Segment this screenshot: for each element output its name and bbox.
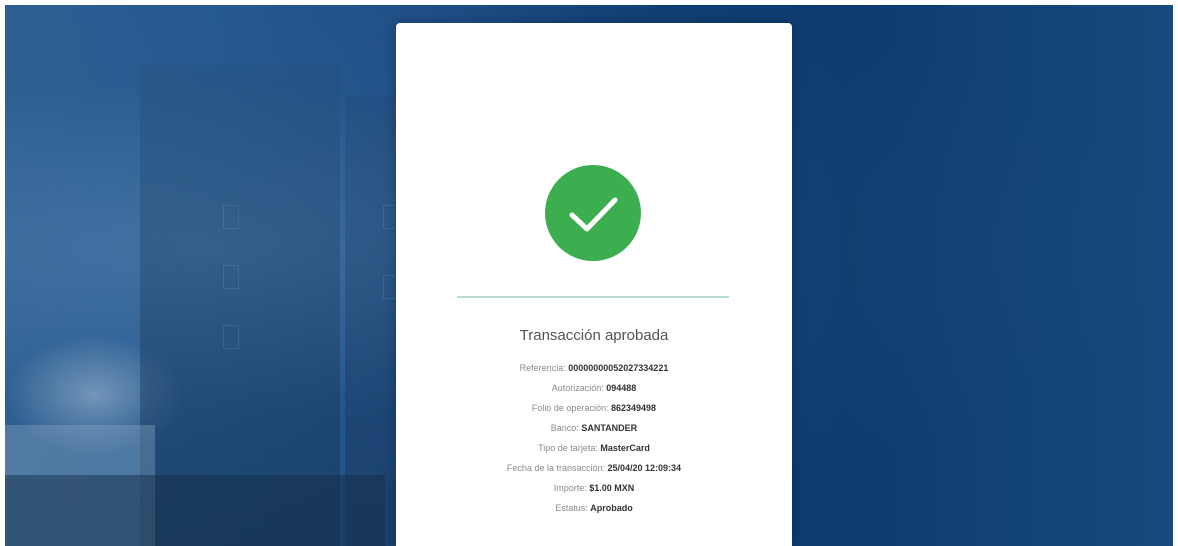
detail-value: $1.00 MXN — [589, 483, 635, 493]
transaction-details: Referencia: 00000000052027334221 Autoriz… — [396, 362, 792, 522]
detail-value: SANTANDER — [581, 423, 638, 433]
detail-row-card-type: Tipo de tarjeta: MasterCard — [396, 442, 792, 462]
transaction-receipt-card: Transacción aprobada Referencia: 0000000… — [396, 23, 792, 546]
trees-silhouette — [5, 475, 385, 546]
divider — [457, 296, 729, 298]
detail-label: Importe: — [553, 483, 587, 493]
detail-label: Estatus: — [555, 503, 588, 513]
detail-value: 094488 — [606, 383, 637, 393]
building-window — [223, 325, 239, 349]
detail-row-amount: Importe: $1.00 MXN — [396, 482, 792, 502]
detail-value: MasterCard — [600, 443, 650, 453]
detail-label: Folio de operación: — [531, 403, 609, 413]
building-window — [223, 205, 239, 229]
detail-value: 862349498 — [611, 403, 657, 413]
detail-row-transaction-date: Fecha de la transacción: 25/04/20 12:09:… — [396, 462, 792, 482]
check-circle-icon — [545, 165, 641, 261]
detail-row-reference: Referencia: 00000000052027334221 — [396, 362, 792, 382]
detail-row-operation-folio: Folio de operación: 862349498 — [396, 402, 792, 422]
detail-label: Referencia: — [519, 363, 566, 373]
detail-label: Autorización: — [551, 383, 604, 393]
detail-value: 00000000052027334221 — [568, 363, 669, 373]
detail-value: 25/04/20 12:09:34 — [607, 463, 682, 473]
transaction-status-title: Transacción aprobada — [519, 327, 669, 344]
detail-row-status: Estatus: Aprobado — [396, 502, 792, 522]
building-window — [223, 265, 239, 289]
building-silhouette — [140, 65, 340, 546]
detail-label: Fecha de la transacción: — [506, 463, 605, 473]
detail-row-authorization: Autorización: 094488 — [396, 382, 792, 402]
detail-row-bank: Banco: SANTANDER — [396, 422, 792, 442]
detail-label: Tipo de tarjeta: — [538, 443, 598, 453]
detail-value: Aprobado — [590, 503, 633, 513]
detail-label: Banco: — [550, 423, 579, 433]
